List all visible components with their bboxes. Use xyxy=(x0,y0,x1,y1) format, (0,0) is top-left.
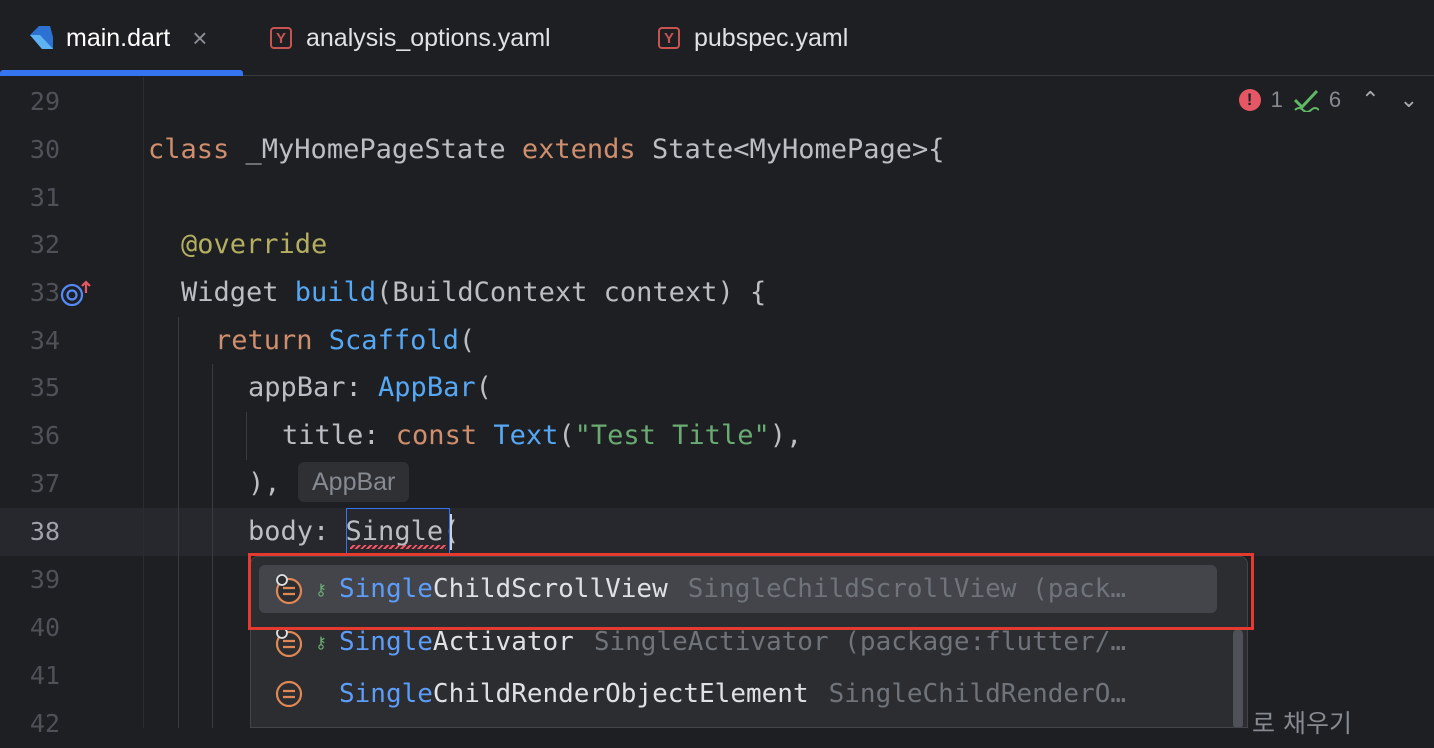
line-number: 33 xyxy=(29,278,60,307)
tab-label: main.dart xyxy=(66,23,171,52)
completion-match: Single xyxy=(339,574,433,604)
line-number: 38 xyxy=(29,517,60,546)
error-icon: ! xyxy=(1238,89,1261,111)
popup-scrollbar[interactable] xyxy=(1233,629,1243,727)
line-number: 35 xyxy=(29,373,60,402)
tab-pubspec[interactable]: Y pubspec.yaml xyxy=(658,0,848,76)
lock-open-icon: ⚷ xyxy=(315,579,327,599)
code-line-30: class _MyHomePageState extends State<MyH… xyxy=(148,134,945,165)
line-number: 32 xyxy=(29,230,60,259)
code-line-35: appBar: AppBar( xyxy=(248,372,492,403)
completion-detail: SingleChildScrollView (pack… xyxy=(687,574,1127,604)
code-line-34: return Scaffold( xyxy=(215,325,476,356)
completion-detail: SingleActivator (package:flutter/… xyxy=(593,627,1127,657)
tab-main-dart[interactable]: main.dart × xyxy=(26,0,207,76)
tab-analysis-options[interactable]: Y analysis_options.yaml xyxy=(270,0,551,76)
line-number: 34 xyxy=(29,326,60,355)
code-completion-popup[interactable]: ⚷ Single ChildScrollView SingleChildScrol… xyxy=(250,556,1248,728)
warning-count: 6 xyxy=(1328,87,1342,112)
completion-name: ChildScrollView xyxy=(432,574,668,604)
line-number: 29 xyxy=(29,87,60,116)
yaml-file-icon: Y xyxy=(270,27,292,49)
close-icon[interactable]: × xyxy=(192,23,207,54)
code-line-32: @override xyxy=(181,229,328,260)
line-number: 36 xyxy=(29,421,60,450)
completion-item[interactable]: Single ChildRenderObjectElement SingleChi… xyxy=(259,670,1217,718)
inspection-widget[interactable]: ! 1 6 ⌃ ⌄ xyxy=(1238,87,1418,113)
gutter-divider xyxy=(143,77,144,728)
line-number: 42 xyxy=(29,709,60,738)
line-number: 40 xyxy=(29,613,60,642)
current-line-highlight xyxy=(0,508,1434,556)
chevron-up-icon[interactable]: ⌃ xyxy=(1361,87,1379,113)
chevron-down-icon[interactable]: ⌄ xyxy=(1400,87,1418,113)
line-number: 30 xyxy=(29,135,60,164)
indent-guide xyxy=(178,317,179,728)
text-caret xyxy=(450,514,452,550)
class-icon xyxy=(275,627,303,658)
code-line-36: title: const Text("Test Title"), xyxy=(282,420,803,451)
completion-match: Single xyxy=(339,679,433,709)
line-number: 37 xyxy=(29,469,60,498)
class-icon xyxy=(275,574,303,605)
class-icon xyxy=(275,680,303,708)
override-method-icon[interactable] xyxy=(60,279,94,309)
tab-label: pubspec.yaml xyxy=(694,23,849,52)
active-tab-indicator xyxy=(0,70,243,76)
lock-open-icon: ⚷ xyxy=(315,632,327,652)
completion-item[interactable]: ⚷ Single ChildScrollView SingleChildScrol… xyxy=(259,565,1217,613)
warning-check-icon xyxy=(1293,89,1319,112)
completion-name: Activator xyxy=(432,627,574,657)
completion-match: Single xyxy=(339,627,433,657)
closing-label-hint: AppBar xyxy=(298,462,410,502)
yaml-file-icon: Y xyxy=(658,27,680,49)
obscured-text: 로 채우기 xyxy=(1252,709,1352,738)
dart-file-icon xyxy=(30,26,53,49)
indent-guide xyxy=(246,412,247,460)
error-squiggle xyxy=(350,545,446,549)
tab-label: analysis_options.yaml xyxy=(306,23,551,52)
completion-item[interactable]: ⚷ Single Activator SingleActivator (packa… xyxy=(259,618,1217,666)
error-count: 1 xyxy=(1270,87,1283,112)
code-line-37: ), xyxy=(248,468,281,499)
completion-name: ChildRenderObjectElement xyxy=(432,679,809,709)
editor-tab-bar: main.dart × Y analysis_options.yaml Y pu… xyxy=(0,0,1434,76)
line-number: 31 xyxy=(29,183,60,212)
code-line-33: Widget build(BuildContext context) { xyxy=(181,277,767,308)
completion-detail: SingleChildRenderO… xyxy=(828,679,1127,709)
indent-guide xyxy=(212,364,213,728)
line-number: 41 xyxy=(29,661,60,690)
line-number: 39 xyxy=(29,565,60,594)
